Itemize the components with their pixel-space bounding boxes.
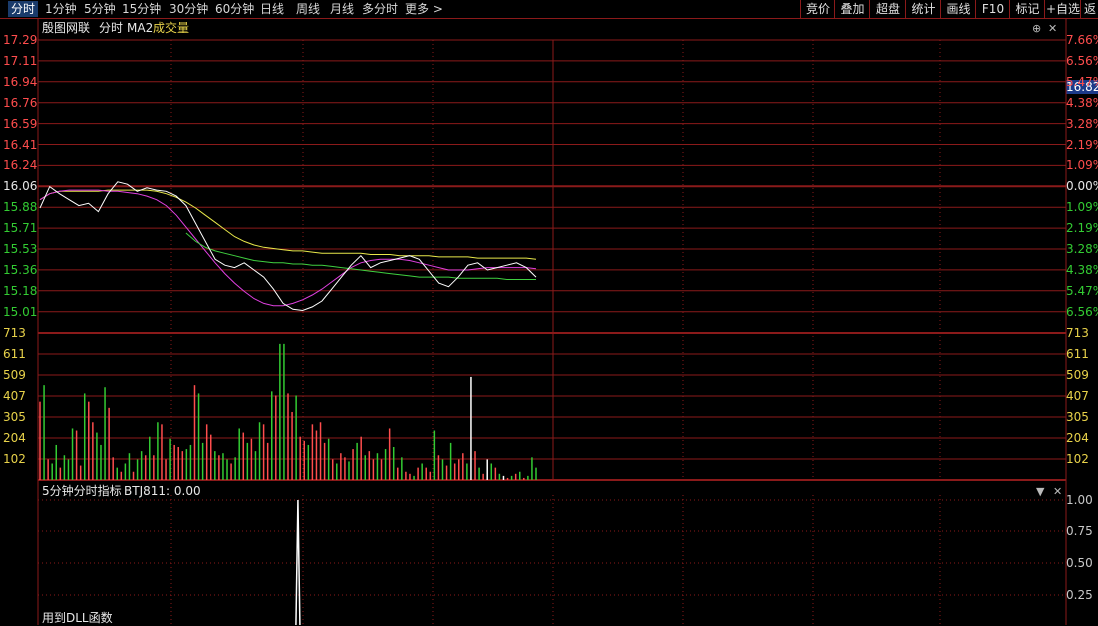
chart-canvas[interactable] [0, 0, 1098, 625]
indicator-spike [295, 499, 301, 625]
